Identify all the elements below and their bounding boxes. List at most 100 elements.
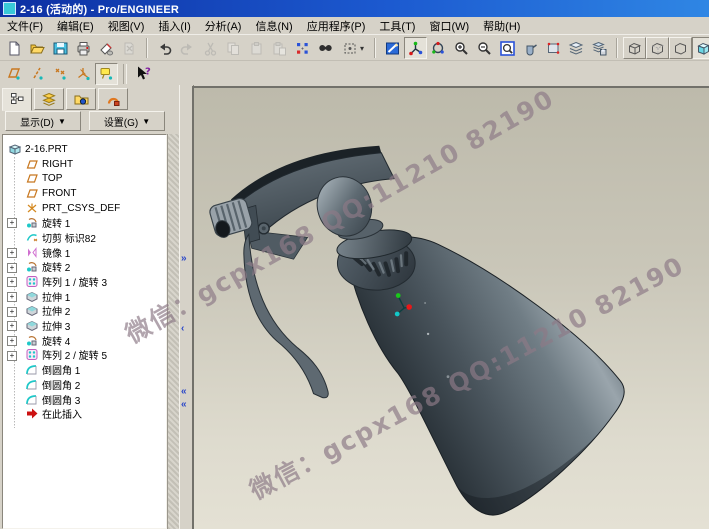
refit-button[interactable] (496, 37, 519, 59)
new-file-button[interactable] (3, 37, 26, 59)
expand-icon[interactable]: + (7, 321, 17, 331)
tree-item-insert-here[interactable]: 在此插入 (3, 406, 166, 421)
find-button[interactable] (314, 37, 337, 59)
csys-icon (25, 202, 39, 215)
tree-item-extrude-3[interactable]: +拉伸 3 (3, 318, 166, 333)
tree-item-extrude-2[interactable]: +拉伸 2 (3, 304, 166, 319)
menu-info[interactable]: 信息(N) (248, 17, 299, 35)
tab-layer-tree[interactable] (34, 88, 64, 110)
menu-edit[interactable]: 编辑(E) (50, 17, 101, 35)
tab-connections[interactable] (98, 88, 128, 110)
undo-button[interactable] (153, 37, 176, 59)
tree-item-top[interactable]: TOP (3, 171, 166, 186)
zoom-in-button[interactable] (450, 37, 473, 59)
tree-item-mirror-1[interactable]: +镜像 1 (3, 245, 166, 260)
tree-item-label: 倒圆角 3 (42, 392, 80, 407)
open-file-button[interactable] (26, 37, 49, 59)
paste-special-button (268, 37, 291, 59)
menu-file[interactable]: 文件(F) (0, 17, 50, 35)
sash-collapse-arrow[interactable]: « (181, 388, 187, 396)
datum-plane-display-toggle[interactable] (3, 63, 26, 85)
model-tree: 2-16.PRTRIGHTTOPFRONT PRT_CSYS_DEF+旋转 1切剪… (2, 134, 167, 529)
menu-applications[interactable]: 应用程序(P) (300, 17, 373, 35)
tree-item-extrude-1[interactable]: +拉伸 1 (3, 289, 166, 304)
menu-window[interactable]: 窗口(W) (422, 17, 476, 35)
tree-item-round-1[interactable]: 倒圆角 1 (3, 362, 166, 377)
navigator-tabs (0, 85, 167, 107)
hidden-line-button[interactable] (646, 37, 669, 59)
menu-analysis[interactable]: 分析(A) (198, 17, 249, 35)
proe-window: 2-16 (活动的) - Pro/ENGINEER 文件(F)编辑(E)视图(V… (0, 0, 709, 529)
menu-help[interactable]: 帮助(H) (476, 17, 527, 35)
tab-model-tree[interactable] (2, 88, 32, 111)
expand-icon[interactable]: + (7, 292, 17, 302)
copy-button (222, 37, 245, 59)
sash-collapse-arrow[interactable]: « (181, 401, 187, 409)
save-button[interactable] (49, 37, 72, 59)
revolve-icon (25, 334, 39, 347)
paste-icon (248, 40, 265, 57)
datum-plane-icon (25, 187, 39, 200)
tree-item-round-2[interactable]: 倒圆角 2 (3, 377, 166, 392)
tree-item-front[interactable]: FRONT (3, 186, 166, 201)
expand-icon[interactable]: + (7, 263, 17, 273)
tree-item-label: 倒圆角 1 (42, 362, 80, 377)
expand-icon[interactable]: + (7, 307, 17, 317)
annotation-display-toggle[interactable] (95, 63, 118, 85)
extrude-icon (25, 304, 39, 317)
tree-item-round-3[interactable]: 倒圆角 3 (3, 392, 166, 407)
expand-icon[interactable]: + (7, 336, 17, 346)
erase-display-button[interactable] (95, 37, 118, 59)
spin-center-button[interactable] (404, 37, 427, 59)
expand-icon[interactable]: + (7, 277, 17, 287)
tree-item-right[interactable]: RIGHT (3, 157, 166, 172)
reorient-view-button[interactable] (519, 37, 542, 59)
datum-axis-display-toggle[interactable] (26, 63, 49, 85)
tab-folder-browser[interactable] (66, 88, 96, 110)
round-icon (25, 378, 39, 391)
menu-view[interactable]: 视图(V) (101, 17, 152, 35)
wireframe-button[interactable] (623, 37, 646, 59)
tree-item-part[interactable]: 2-16.PRT (3, 142, 166, 157)
sash-collapse-arrow[interactable]: ‹ (181, 325, 184, 333)
sash-collapse-arrow[interactable]: » (181, 255, 187, 263)
expand-icon[interactable]: + (7, 248, 17, 258)
tree-item-revolve-2[interactable]: +旋转 2 (3, 260, 166, 275)
graphics-viewport[interactable] (192, 86, 709, 529)
tree-settings-button[interactable]: 设置(G)▼ (89, 111, 165, 131)
menu-insert[interactable]: 插入(I) (151, 17, 197, 35)
tree-show-button[interactable]: 显示(D)▼ (5, 111, 81, 131)
regenerate-button[interactable] (291, 37, 314, 59)
tree-item-pattern-2[interactable]: +阵列 2 / 旋转 5 (3, 348, 166, 363)
tree-item-label: 阵列 1 / 旋转 3 (42, 274, 107, 289)
view-manager-button[interactable] (588, 37, 611, 59)
tree-item-csys[interactable]: PRT_CSYS_DEF (3, 201, 166, 216)
tree-item-label: PRT_CSYS_DEF (42, 203, 120, 214)
named-views-button[interactable] (542, 37, 565, 59)
selection-filter-button[interactable]: ▾ (337, 37, 369, 59)
repaint-button[interactable] (381, 37, 404, 59)
cube-wireframe-icon (626, 40, 643, 57)
print-button[interactable] (72, 37, 95, 59)
save-icon (52, 40, 69, 57)
no-hidden-button[interactable] (669, 37, 692, 59)
tree-item-trim-82[interactable]: 切剪 标识82 (3, 230, 166, 245)
repaint-icon (384, 40, 401, 57)
csys-display-toggle[interactable] (72, 63, 95, 85)
named-views-icon (545, 40, 562, 57)
print-icon (75, 40, 92, 57)
tree-item-revolve-4[interactable]: +旋转 4 (3, 333, 166, 348)
trim-icon (25, 231, 39, 244)
datum-point-display-toggle[interactable] (49, 63, 72, 85)
orient-mode-button[interactable] (427, 37, 450, 59)
layers-button[interactable] (565, 37, 588, 59)
expand-icon[interactable]: + (7, 351, 17, 361)
tree-item-revolve-1[interactable]: +旋转 1 (3, 215, 166, 230)
context-help-button[interactable]: ? (132, 63, 155, 85)
zoom-out-button[interactable] (473, 37, 496, 59)
expand-icon[interactable]: + (7, 218, 17, 228)
paste-button (245, 37, 268, 59)
shaded-button[interactable] (692, 37, 709, 59)
menu-tools[interactable]: 工具(T) (372, 17, 422, 35)
tree-item-pattern-1[interactable]: + 阵列 1 / 旋转 3 (3, 274, 166, 289)
